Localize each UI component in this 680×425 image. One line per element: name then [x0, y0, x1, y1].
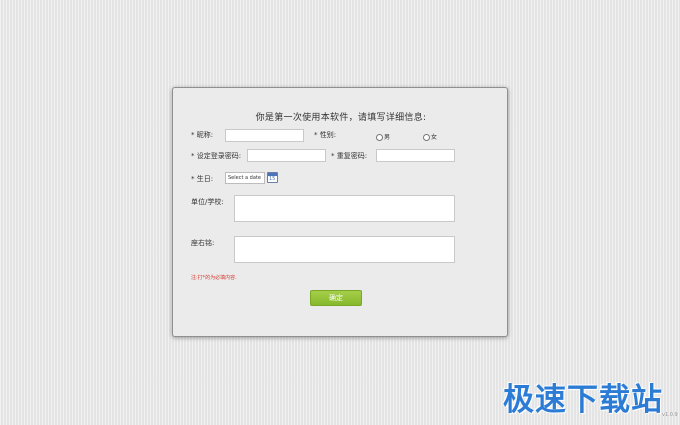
dialog-title: 你是第一次使用本软件，请填写详细信息:: [255, 113, 427, 123]
confirm-button[interactable]: 确定: [310, 290, 362, 306]
calendar-icon-number: 15: [269, 176, 276, 182]
login-password-label: * 设定登录密码:: [191, 152, 242, 160]
login-password-input[interactable]: [247, 149, 326, 162]
version-label: v1.0.9: [662, 412, 678, 418]
organization-textarea[interactable]: [234, 195, 455, 222]
birthday-label: * 生日:: [191, 175, 214, 183]
nickname-input[interactable]: [225, 129, 304, 142]
birthday-date-input[interactable]: Select a date: [225, 172, 265, 184]
motto-textarea[interactable]: [234, 236, 455, 263]
gender-female-label: 女: [431, 134, 438, 141]
motto-label: 座右铭:: [191, 239, 215, 247]
nickname-label: * 昵称:: [191, 131, 214, 139]
gender-label: * 性别:: [314, 131, 337, 139]
gender-male-radio[interactable]: [376, 134, 383, 141]
repeat-password-input[interactable]: [376, 149, 455, 162]
gender-male-label: 男: [384, 134, 391, 141]
organization-label: 单位/学校:: [191, 198, 224, 206]
registration-dialog: 你是第一次使用本软件，请填写详细信息: * 昵称: * 性别: 男 女 * 设定…: [172, 87, 508, 337]
repeat-password-label: * 重复密码:: [331, 152, 368, 160]
required-note: 注:打*的为必填内容.: [191, 275, 237, 281]
gender-female-radio[interactable]: [423, 134, 430, 141]
calendar-icon[interactable]: 15: [267, 172, 278, 183]
site-watermark: 极速下载站: [503, 382, 663, 418]
